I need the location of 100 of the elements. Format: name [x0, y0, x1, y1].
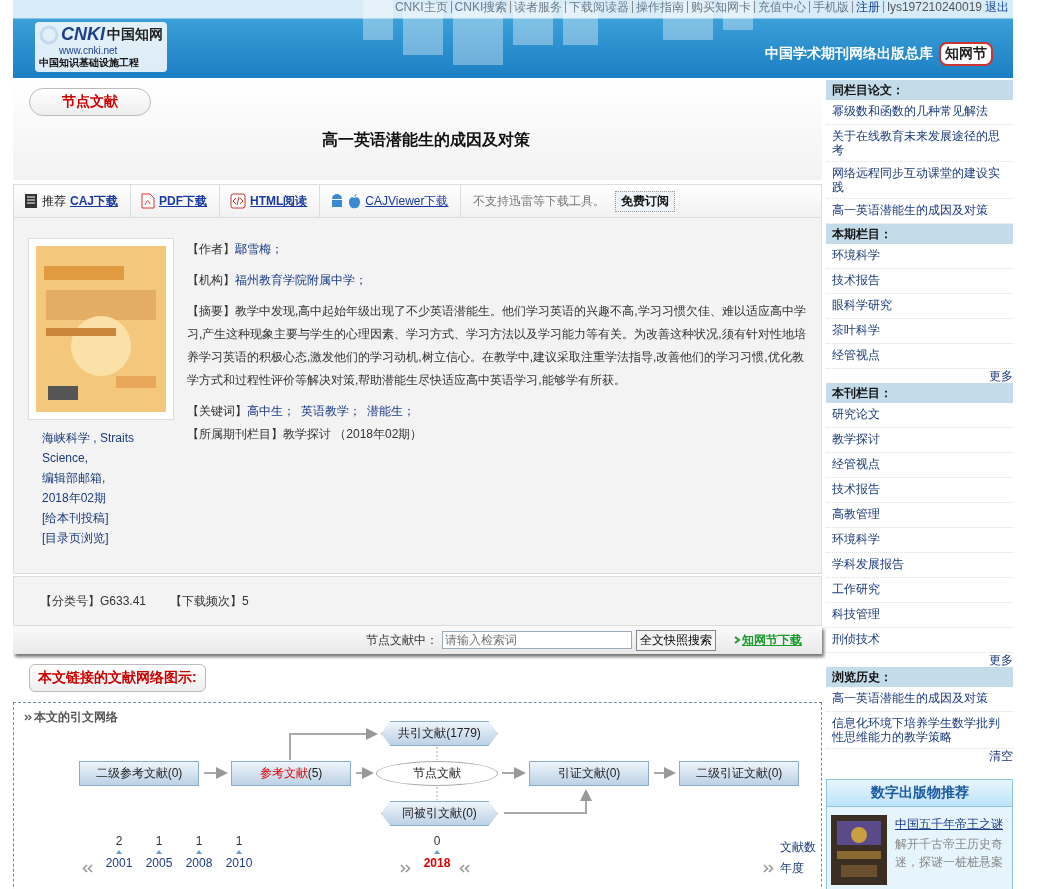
node-button[interactable]: 同被引文献(0)	[381, 801, 498, 826]
top-link[interactable]: 购买知网卡	[687, 1, 752, 13]
center-node[interactable]: 节点文献	[376, 761, 498, 786]
sidebar-link[interactable]: 信息化环境下培养学生数学批判性思维能力的教学策略	[826, 712, 1013, 749]
logo-url: www.cnki.net	[59, 45, 118, 56]
sidebar-link[interactable]: 关于在线教育未来发展途径的思考	[826, 125, 1013, 162]
year-count: 1	[195, 834, 203, 848]
document-icon	[24, 193, 38, 209]
previous-icon[interactable]	[82, 864, 94, 873]
year-link[interactable]: 2010	[225, 856, 253, 870]
sidebar-link[interactable]: 学科发展报告	[826, 553, 1013, 578]
sidebar-link[interactable]: 教学探讨	[826, 428, 1013, 453]
arrow	[653, 767, 676, 779]
year-count: 2	[115, 834, 123, 848]
sidebar-link[interactable]: 环境科学	[826, 244, 1013, 269]
android-icon	[330, 193, 345, 209]
promo-heading: 数字出版物推荐	[827, 780, 1012, 807]
logo-brand: CNKI	[61, 24, 105, 45]
sidebar-link[interactable]: 幂级数和函数的几种常见解法	[826, 100, 1013, 125]
keyword-link[interactable]: 英语教学；	[301, 404, 361, 418]
top-link[interactable]: CNKI搜索	[450, 1, 508, 13]
sidebar-link[interactable]: 技术报告	[826, 478, 1013, 503]
abstract-text: 【摘要】教学中发现,高中起始年级出现了不少英语潜能生。他们学习英语的兴趣不高,学习习惯欠佳、难以适应高中学习,产生这种现象主要与学生的心理因素、学习方式、学习方法以及学习能力等有关。为改善这种状况,须有针对性地培养学习英语的积极心态,激发他们的学习动机,树立信心。在教学中,建议采取注重学法指导,改善他们的学习习惯,优化教学方式和过程性评价等解决对策,帮助潜能生尽快适应高中英语学习,能够学有所获。	[187, 303, 807, 389]
sidebar-heading: 同栏目论文：	[826, 80, 1013, 100]
tick-icon	[434, 850, 440, 854]
previous-icon[interactable]	[459, 864, 471, 873]
sidebar-link[interactable]: 眼科学研究	[826, 294, 1013, 319]
code-icon	[230, 193, 246, 209]
recommend-label: 推荐	[42, 192, 66, 210]
download-link[interactable]: HTML阅读	[250, 192, 308, 210]
book-title-link[interactable]: 中国五千年帝王之谜	[895, 815, 1008, 833]
sidebar-link[interactable]: 经管视点	[826, 453, 1013, 478]
journal-link[interactable]: [目录页浏览]	[42, 528, 152, 548]
top-link[interactable]: 充值中心	[754, 1, 807, 13]
sidebar-link[interactable]: 工作研究	[826, 578, 1013, 603]
institution-link[interactable]: 福州教育学院附属中学；	[235, 273, 367, 287]
sidebar-link[interactable]: 环境科学	[826, 528, 1013, 553]
sidebar-link[interactable]: 高教管理	[826, 503, 1013, 528]
author-link[interactable]: 鄢雪梅；	[235, 242, 283, 256]
column-value: 教学探讨 （2018年02期）	[283, 427, 423, 441]
logo-badge: 知网节	[939, 42, 993, 66]
keyword-link[interactable]: 高中生；	[247, 404, 295, 418]
axis-label: 文献数	[780, 839, 816, 856]
year-link[interactable]: 2008	[185, 856, 213, 870]
top-link[interactable]: CNKI主页	[391, 1, 448, 13]
network-title: 本文的引文网络	[34, 709, 118, 726]
sidebar-link[interactable]: 经管视点	[826, 344, 1013, 369]
node-button[interactable]: 参考文献(5)	[231, 761, 351, 786]
field-label: 【作者】	[187, 242, 235, 256]
search-label: 节点文献中：	[366, 631, 438, 649]
top-link[interactable]: 读者服务	[510, 1, 563, 13]
download-link[interactable]: CAJ下载	[70, 192, 118, 210]
sidebar-heading: 本期栏目：	[826, 224, 1013, 244]
sidebar-link[interactable]: 刑侦技术	[826, 628, 1013, 653]
node-button[interactable]: 引证文献(0)	[529, 761, 649, 786]
subscribe-button[interactable]: 免费订阅	[615, 190, 676, 212]
next-icon[interactable]	[399, 864, 411, 873]
logo-name: 中国知网	[107, 25, 163, 44]
more-link[interactable]: 更多	[989, 369, 1013, 383]
year-count: 1	[235, 834, 243, 848]
field-label: 【所属期刊栏目】	[187, 427, 283, 441]
more-link[interactable]: 清空	[989, 749, 1013, 763]
arrow	[203, 767, 228, 779]
node-button[interactable]: 共引文献(1779)	[381, 721, 498, 746]
axis-label: 年度	[780, 860, 804, 877]
year-link[interactable]: 2018	[423, 856, 451, 870]
sidebar-link[interactable]: 科技管理	[826, 603, 1013, 628]
ring-icon	[39, 24, 59, 45]
site-title: 中国学术期刊网络出版总库	[765, 45, 933, 63]
journal-info: 2018年02期	[42, 490, 108, 507]
journal-link[interactable]: [给本刊投稿]	[42, 508, 152, 528]
top-link[interactable]: 手机版	[809, 1, 850, 13]
download-link[interactable]: CAJViewer下载	[365, 192, 449, 210]
year-link[interactable]: 2001	[105, 856, 133, 870]
tick-icon	[196, 850, 202, 854]
node-button[interactable]: 二级引证文献(0)	[679, 761, 799, 786]
year-link[interactable]: 2005	[145, 856, 173, 870]
search-button[interactable]: 全文快照搜索	[636, 629, 716, 651]
chevron-icon	[24, 714, 32, 721]
apple-icon	[348, 193, 362, 209]
node-button[interactable]: 二级参考文献(0)	[79, 761, 199, 786]
sidebar-link[interactable]: 茶叶科学	[826, 319, 1013, 344]
sidebar-link[interactable]: 技术报告	[826, 269, 1013, 294]
field-label: 【机构】	[187, 273, 235, 287]
arrow	[355, 767, 374, 779]
top-link[interactable]: 下载阅读器	[565, 1, 630, 13]
search-field[interactable]: 请输入检索词	[442, 631, 632, 649]
sidebar-link[interactable]: 高一英语潜能生的成因及对策	[826, 687, 1013, 712]
field-label: 【关键词】	[187, 404, 247, 418]
next-icon[interactable]	[762, 864, 774, 873]
year-count: 1	[155, 834, 163, 848]
top-link[interactable]: 操作指南	[632, 1, 685, 13]
logout-link[interactable]: 退出	[985, 1, 1009, 13]
sidebar-link[interactable]: 研究论文	[826, 403, 1013, 428]
download-link[interactable]: PDF下载	[159, 192, 207, 210]
sidebar-link[interactable]: 网络远程同步互动课堂的建设实践	[826, 162, 1013, 199]
top-link[interactable]: 注册	[852, 1, 881, 13]
more-link[interactable]: 更多	[989, 653, 1013, 667]
sidebar-heading: 本刊栏目：	[826, 383, 1013, 403]
keyword-link[interactable]: 潜能生；	[367, 404, 415, 418]
